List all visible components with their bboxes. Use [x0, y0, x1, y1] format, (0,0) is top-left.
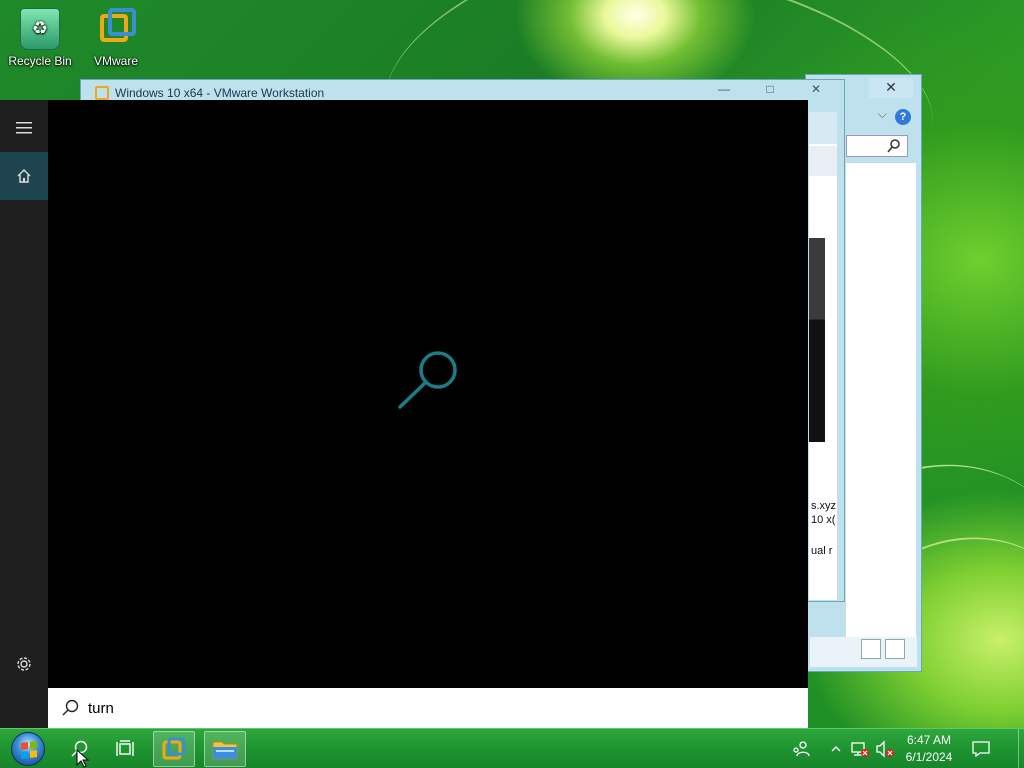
close-button[interactable]: ✕	[869, 78, 913, 98]
windows-orb-icon	[11, 732, 45, 766]
action-center-button[interactable]	[966, 729, 996, 768]
search-icon	[398, 351, 457, 409]
search-box[interactable]	[48, 688, 808, 728]
home-button[interactable]	[0, 152, 48, 200]
task-view-button[interactable]	[104, 729, 146, 768]
clock: 6:47 AM 6/1/2024	[906, 732, 953, 766]
vmware-icon	[96, 8, 136, 50]
notification-icon	[972, 741, 990, 757]
taskbar-app-file-explorer[interactable]	[204, 731, 246, 767]
explorer-status-bar	[810, 637, 917, 667]
taskbar: 6:47 AM 6/1/2024	[0, 728, 1024, 768]
text-fragment: s.xyz	[811, 500, 837, 512]
network-error-icon	[851, 742, 869, 757]
show-hidden-icons-button[interactable]	[826, 729, 846, 768]
preview-view-icon[interactable]	[885, 639, 905, 659]
start-button[interactable]	[6, 729, 50, 768]
help-icon[interactable]: ?	[895, 109, 911, 125]
search-input[interactable]	[88, 694, 788, 722]
vmware-tabbar	[809, 146, 837, 176]
start-menu	[0, 100, 808, 728]
taskbar-app-vmware[interactable]	[153, 731, 195, 767]
volume-button[interactable]	[874, 729, 896, 768]
settings-button[interactable]	[0, 640, 48, 688]
chevron-up-icon	[831, 746, 841, 752]
recycle-bin-icon	[20, 8, 60, 50]
details-view-icon[interactable]	[861, 639, 881, 659]
clock-button[interactable]: 6:47 AM 6/1/2024	[898, 729, 960, 768]
chevron-down-icon[interactable]: ⌵	[878, 107, 887, 122]
desktop-icon-recycle-bin[interactable]: Recycle Bin	[0, 8, 80, 68]
desktop-icon-label: Recycle Bin	[8, 54, 72, 68]
hamburger-icon	[16, 122, 32, 134]
vmware-toolbar	[809, 112, 837, 144]
mouse-cursor-icon	[76, 749, 90, 768]
search-icon	[62, 699, 79, 716]
folder-icon	[212, 741, 238, 760]
explorer-search-input[interactable]	[846, 135, 908, 157]
people-icon	[793, 741, 810, 757]
people-button[interactable]	[786, 729, 816, 768]
clock-date: 6/1/2024	[905, 750, 953, 764]
show-desktop-button[interactable]	[1018, 729, 1024, 768]
maximize-button[interactable]: □	[755, 82, 785, 100]
text-fragment: 10 x(	[811, 514, 836, 526]
vm-screen	[809, 238, 825, 442]
network-button[interactable]	[848, 729, 872, 768]
explorer-content	[846, 163, 916, 658]
clock-time: 6:47 AM	[906, 733, 952, 747]
desktop-icon-vmware[interactable]: VMware	[76, 8, 156, 68]
minimize-button[interactable]: —	[709, 82, 739, 100]
start-rail	[0, 100, 48, 728]
menu-button[interactable]	[0, 104, 48, 152]
vmware-icon	[95, 86, 109, 100]
search-icon	[887, 139, 900, 153]
desktop-icon-label: VMware	[93, 54, 138, 68]
vmware-icon	[162, 737, 186, 760]
gear-icon	[17, 657, 31, 671]
volume-muted-icon	[876, 740, 894, 758]
home-icon	[17, 169, 31, 183]
text-fragment: ual r	[811, 545, 833, 557]
window-title: Windows 10 x64 - VMware Workstation	[115, 86, 325, 100]
close-button[interactable]: ✕	[801, 82, 831, 100]
task-view-icon	[116, 740, 134, 756]
